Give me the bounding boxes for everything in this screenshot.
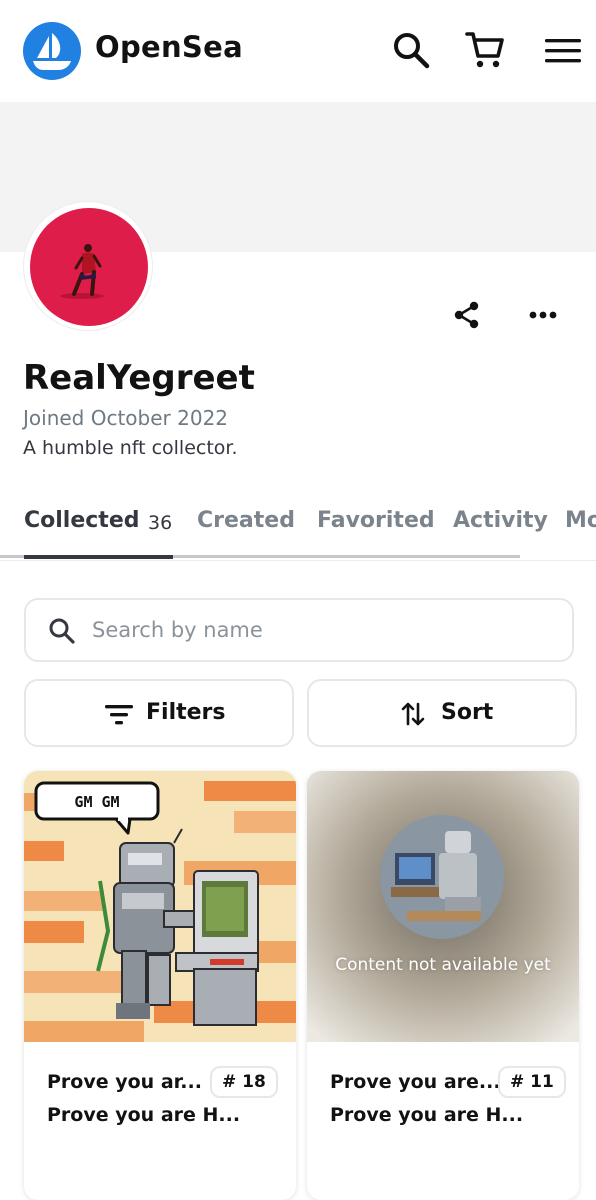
sort-icon: [401, 700, 425, 732]
nft-image-pixel-robot: GM GM: [24, 771, 296, 1042]
profile-username: RealYegreet: [23, 358, 255, 398]
share-icon[interactable]: [450, 298, 484, 332]
speech-bubble-text: GM GM: [74, 793, 119, 811]
nft-title: Prove you ar...: [47, 1071, 202, 1093]
avatar[interactable]: [30, 208, 148, 326]
nft-image-placeholder: Content not available yet: [307, 771, 579, 1042]
search-icon: [48, 617, 76, 649]
nft-card[interactable]: Content not available yet Prove you are.…: [307, 771, 579, 1200]
tab-created[interactable]: Created: [197, 508, 295, 533]
tab-collected[interactable]: Collected: [24, 508, 140, 533]
filter-icon: [104, 703, 134, 731]
content-unavailable-text: Content not available yet: [335, 955, 551, 975]
search-input[interactable]: [92, 614, 562, 646]
profile-tabs: Collected 36 Created Favorited Activity …: [0, 508, 596, 560]
joined-date: Joined October 2022: [23, 406, 229, 430]
opensea-logo-icon[interactable]: [23, 22, 81, 80]
nft-title: Prove you are...: [330, 1071, 501, 1093]
nft-card[interactable]: GM GM Prove you ar... # 18 Prove you are…: [24, 771, 296, 1200]
search-box[interactable]: [24, 598, 574, 662]
sort-button[interactable]: Sort: [307, 679, 577, 747]
brand-name[interactable]: OpenSea: [95, 30, 243, 64]
filters-label: Filters: [146, 700, 226, 725]
divider: [0, 560, 596, 561]
more-icon[interactable]: [526, 298, 560, 332]
cart-icon[interactable]: [465, 30, 505, 70]
nft-collection-name: Prove you are H...: [330, 1104, 524, 1126]
tab-favorited[interactable]: Favorited: [317, 508, 435, 533]
tab-activity[interactable]: Activity: [453, 508, 548, 533]
nft-collection-name: Prove you are H...: [47, 1104, 241, 1126]
sort-label: Sort: [441, 700, 494, 725]
profile-bio: A humble nft collector.: [23, 437, 238, 459]
menu-icon[interactable]: [543, 30, 583, 70]
tab-label: Collected: [24, 508, 140, 533]
filters-button[interactable]: Filters: [24, 679, 294, 747]
nft-number-badge: # 11: [498, 1066, 566, 1098]
tab-collected-count: 36: [148, 512, 173, 534]
top-nav-bar: OpenSea: [0, 0, 596, 102]
tab-more[interactable]: Mo: [565, 508, 596, 533]
nft-number-badge: # 18: [210, 1066, 278, 1098]
active-tab-indicator: [24, 555, 173, 559]
search-icon[interactable]: [391, 30, 431, 70]
